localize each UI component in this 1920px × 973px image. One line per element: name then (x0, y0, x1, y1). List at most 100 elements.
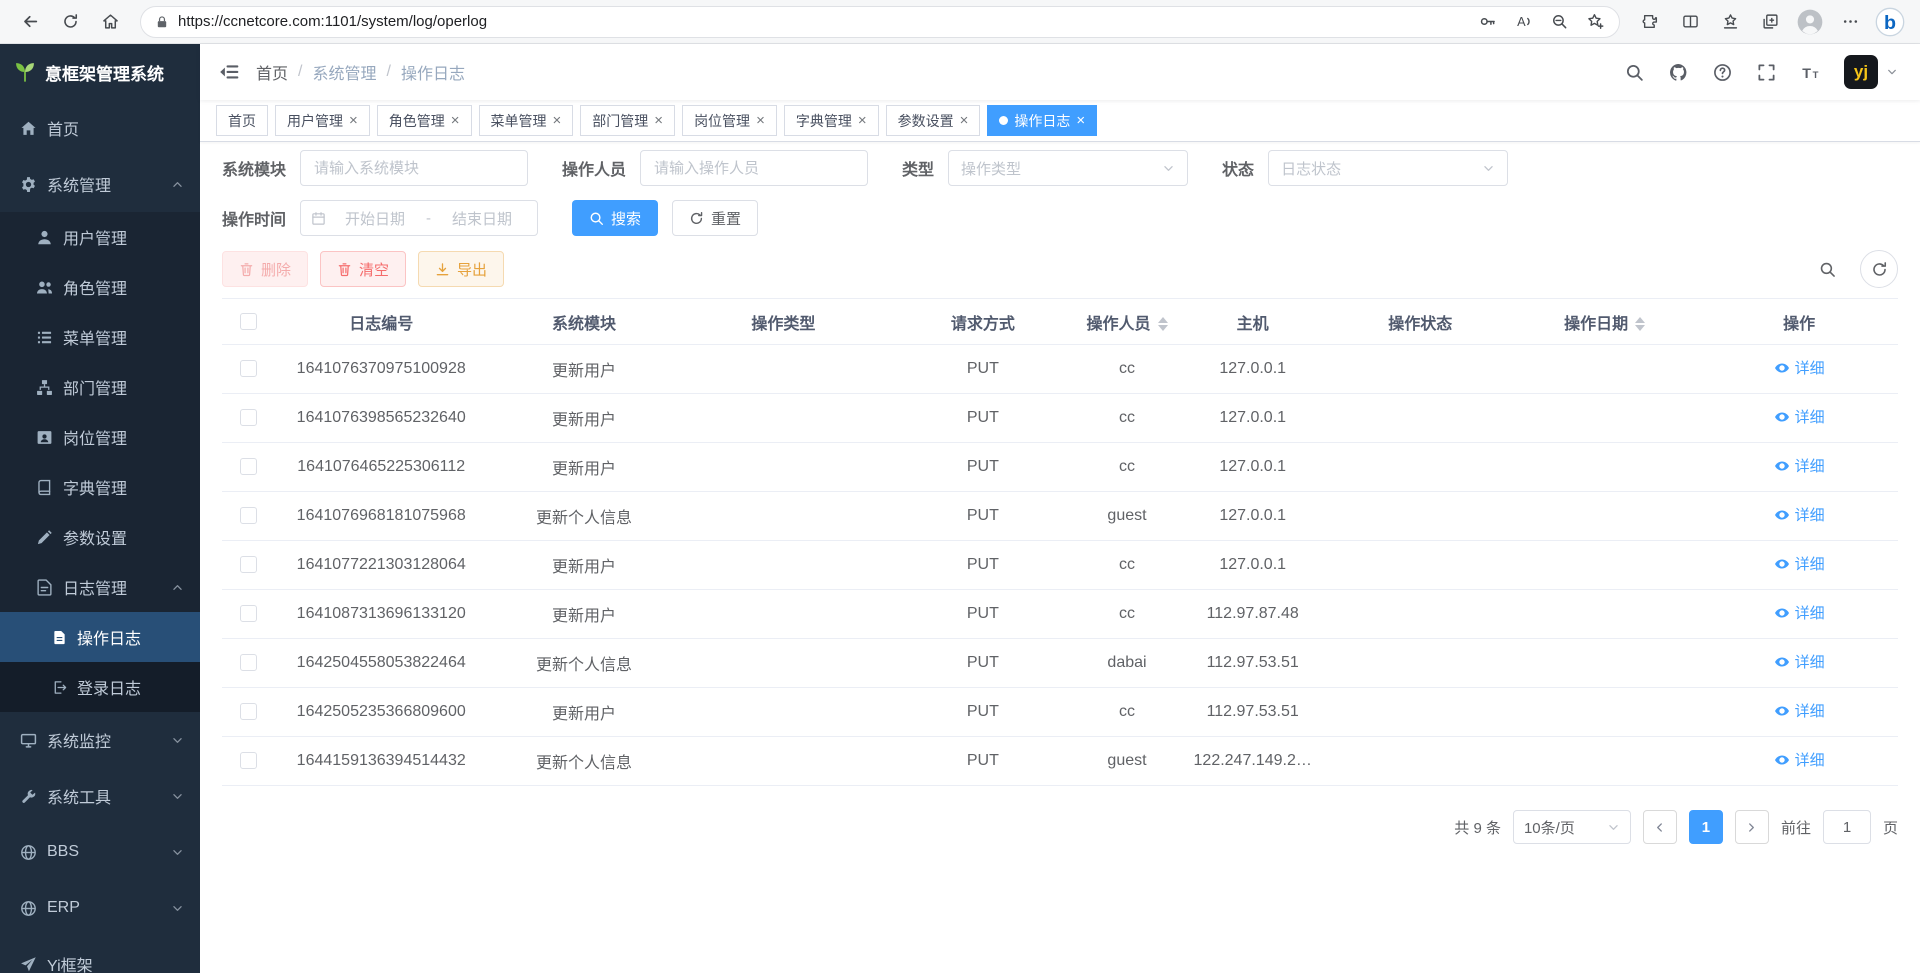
sidebar-item-dict-mgmt[interactable]: 字典管理 (0, 462, 200, 512)
detail-link[interactable]: 详细 (1774, 455, 1825, 476)
status-select[interactable]: 日志状态 (1268, 150, 1508, 186)
user-avatar[interactable]: yj (1844, 55, 1878, 89)
sidebar-item-login-log[interactable]: 登录日志 (0, 662, 200, 712)
row-checkbox[interactable] (240, 360, 257, 377)
row-checkbox[interactable] (240, 556, 257, 573)
tab-menu-mgmt[interactable]: 菜单管理× (479, 105, 574, 136)
operator-input[interactable] (640, 150, 868, 186)
browser-more-button[interactable] (1832, 5, 1868, 39)
export-button[interactable]: 导出 (418, 251, 504, 287)
tab-user-mgmt[interactable]: 用户管理× (275, 105, 370, 136)
cell-status (1331, 737, 1509, 786)
sidebar-item-home[interactable]: 首页 (0, 100, 200, 156)
split-screen-button[interactable] (1672, 5, 1708, 39)
fullscreen-button[interactable] (1746, 44, 1786, 100)
extensions-button[interactable] (1632, 5, 1668, 39)
sidebar-item-param-settings[interactable]: 参数设置 (0, 512, 200, 562)
browser-home-button[interactable] (92, 5, 128, 39)
detail-link[interactable]: 详细 (1774, 602, 1825, 623)
prev-page-button[interactable] (1643, 810, 1677, 844)
cell-operator: cc (1080, 590, 1174, 639)
row-checkbox[interactable] (240, 654, 257, 671)
browser-back-button[interactable] (12, 5, 48, 39)
tab-param-settings[interactable]: 参数设置× (886, 105, 981, 136)
close-icon[interactable]: × (960, 113, 969, 128)
font-size-icon (1801, 63, 1820, 82)
breadcrumb-item-home[interactable]: 首页 (256, 60, 288, 84)
detail-link[interactable]: 详细 (1774, 651, 1825, 672)
sidebar-item-log-mgmt[interactable]: 日志管理 (0, 562, 200, 612)
row-checkbox[interactable] (240, 752, 257, 769)
favorites-button[interactable] (1712, 5, 1748, 39)
tab-role-mgmt[interactable]: 角色管理× (377, 105, 472, 136)
collections-button[interactable] (1752, 5, 1788, 39)
detail-link[interactable]: 详细 (1774, 700, 1825, 721)
search-button[interactable]: 搜索 (572, 200, 658, 236)
refresh-table-button[interactable] (1860, 250, 1898, 288)
show-search-toggle-button[interactable] (1808, 250, 1846, 288)
type-select[interactable]: 操作类型 (948, 150, 1188, 186)
row-checkbox[interactable] (240, 458, 257, 475)
sidebar-item-dept-mgmt[interactable]: 部门管理 (0, 362, 200, 412)
sort-caret-icon[interactable] (1635, 317, 1645, 331)
cell-host: 112.97.53.51 (1174, 639, 1332, 688)
close-icon[interactable]: × (451, 113, 460, 128)
header-search-button[interactable] (1614, 44, 1654, 100)
page-size-select[interactable]: 10条/页 (1513, 810, 1631, 844)
address-bar[interactable]: https://ccnetcore.com:1101/system/log/op… (140, 6, 1620, 38)
sidebar-item-erp[interactable]: ERP (0, 880, 200, 936)
sidebar-item-system-tools[interactable]: 系统工具 (0, 768, 200, 824)
close-icon[interactable]: × (1076, 113, 1085, 128)
date-range-picker[interactable]: 开始日期 - 结束日期 (300, 200, 538, 236)
tab-home[interactable]: 首页 (216, 105, 268, 136)
module-input[interactable] (300, 150, 528, 186)
page-number-button[interactable]: 1 (1689, 810, 1723, 844)
browser-profile-button[interactable] (1792, 5, 1828, 39)
sidebar-item-yi-framework[interactable]: Yi框架 (0, 936, 200, 973)
sidebar-item-bbs[interactable]: BBS (0, 824, 200, 880)
tab-post-mgmt[interactable]: 岗位管理× (682, 105, 777, 136)
zoom-out-button[interactable] (1541, 5, 1577, 39)
select-all-checkbox[interactable] (240, 313, 257, 330)
tab-operation-log[interactable]: 操作日志× (987, 105, 1097, 136)
sidebar-item-operation-log[interactable]: 操作日志 (0, 612, 200, 662)
sidebar-item-role-mgmt[interactable]: 角色管理 (0, 262, 200, 312)
reset-button[interactable]: 重置 (672, 200, 758, 236)
detail-link[interactable]: 详细 (1774, 504, 1825, 525)
tab-dict-mgmt[interactable]: 字典管理× (784, 105, 879, 136)
detail-link[interactable]: 详细 (1774, 406, 1825, 427)
close-icon[interactable]: × (756, 113, 765, 128)
sidebar-item-system-mgmt[interactable]: 系统管理 (0, 156, 200, 212)
delete-button[interactable]: 删除 (222, 251, 308, 287)
help-button[interactable] (1702, 44, 1742, 100)
chevron-down-icon[interactable] (1886, 66, 1898, 78)
close-icon[interactable]: × (349, 113, 358, 128)
close-icon[interactable]: × (553, 113, 562, 128)
sidebar-item-user-mgmt[interactable]: 用户管理 (0, 212, 200, 262)
next-page-button[interactable] (1735, 810, 1769, 844)
sidebar-item-system-monitor[interactable]: 系统监控 (0, 712, 200, 768)
row-checkbox[interactable] (240, 605, 257, 622)
read-aloud-button[interactable] (1505, 5, 1541, 39)
close-icon[interactable]: × (654, 113, 663, 128)
sidebar-toggle-button[interactable] (218, 61, 240, 83)
row-checkbox[interactable] (240, 507, 257, 524)
add-favorite-button[interactable] (1577, 5, 1613, 39)
sort-caret-icon[interactable] (1158, 317, 1168, 331)
detail-link[interactable]: 详细 (1774, 357, 1825, 378)
sidebar-item-menu-mgmt[interactable]: 菜单管理 (0, 312, 200, 362)
goto-page-input[interactable] (1823, 810, 1871, 844)
sidebar-item-post-mgmt[interactable]: 岗位管理 (0, 412, 200, 462)
detail-link[interactable]: 详细 (1774, 553, 1825, 574)
copilot-button[interactable] (1872, 5, 1908, 39)
font-size-button[interactable] (1790, 44, 1830, 100)
detail-link[interactable]: 详细 (1774, 749, 1825, 770)
saved-password-button[interactable] (1469, 5, 1505, 39)
row-checkbox[interactable] (240, 703, 257, 720)
row-checkbox[interactable] (240, 409, 257, 426)
tab-dept-mgmt[interactable]: 部门管理× (580, 105, 675, 136)
github-link-button[interactable] (1658, 44, 1698, 100)
clear-button[interactable]: 清空 (320, 251, 406, 287)
browser-refresh-button[interactable] (52, 5, 88, 39)
close-icon[interactable]: × (858, 113, 867, 128)
